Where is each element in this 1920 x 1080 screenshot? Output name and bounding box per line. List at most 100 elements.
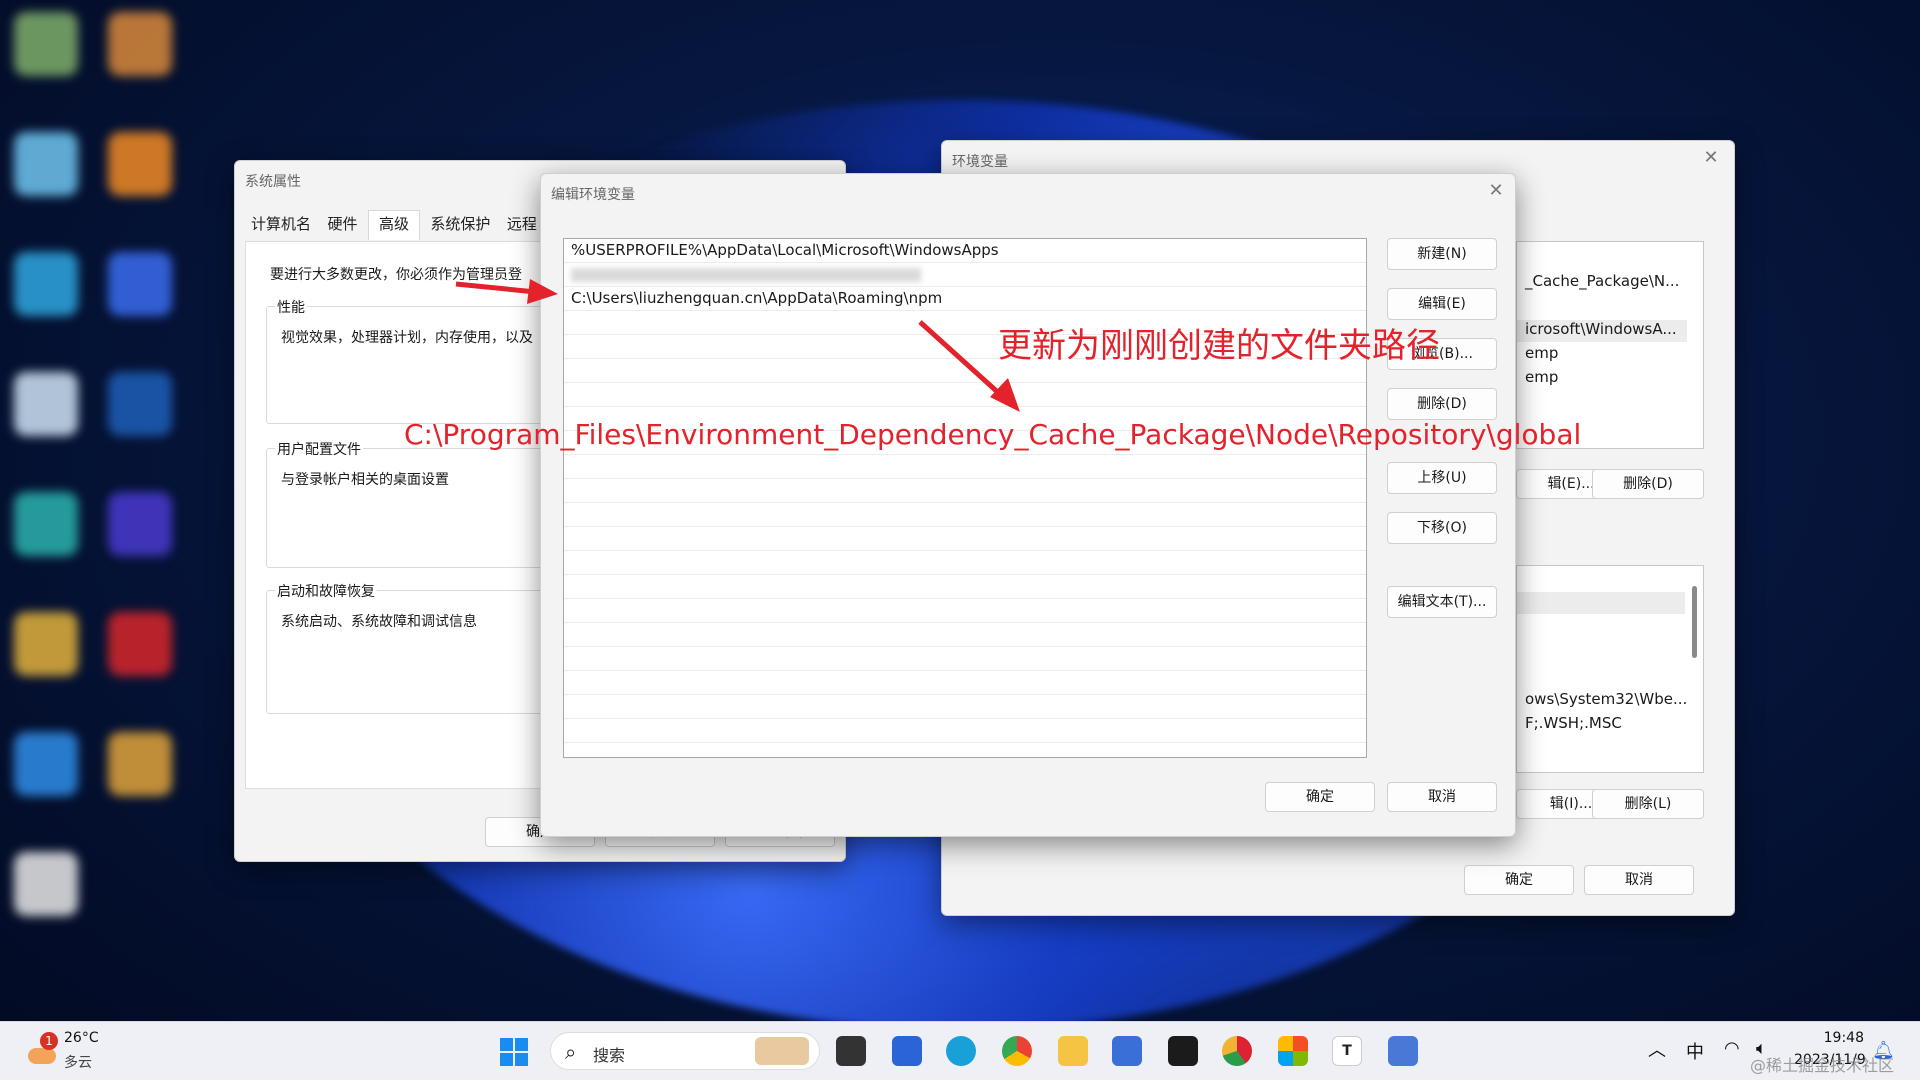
chevron-up-icon[interactable]: ︿ xyxy=(1648,1036,1666,1062)
list-item[interactable] xyxy=(564,383,1366,407)
list-item[interactable] xyxy=(564,695,1366,719)
list-item[interactable] xyxy=(564,743,1366,757)
desktop-icon[interactable] xyxy=(108,132,172,196)
wifi-icon[interactable]: ◠ xyxy=(1724,1038,1740,1059)
system-variables-list[interactable]: ows\System32\Wbe... F;.WSH;.MSC xyxy=(1516,565,1704,773)
list-item[interactable] xyxy=(564,455,1366,479)
close-icon[interactable]: ✕ xyxy=(1487,182,1505,200)
start-icon[interactable] xyxy=(500,1038,528,1066)
window-title: 环境变量 xyxy=(952,154,1008,170)
input-method-indicator[interactable]: 中 xyxy=(1686,1038,1704,1064)
start-tile xyxy=(515,1053,528,1066)
list-item[interactable]: _Cache_Package\N... xyxy=(1525,272,1679,290)
tab-system-protection[interactable]: 系统保护 xyxy=(424,209,496,238)
chrome-icon[interactable] xyxy=(1002,1036,1032,1066)
user-delete-button[interactable]: 删除(D) xyxy=(1592,469,1704,499)
move-down-button[interactable]: 下移(O) xyxy=(1387,512,1497,544)
desktop-icon[interactable] xyxy=(108,732,172,796)
move-up-button[interactable]: 上移(U) xyxy=(1387,462,1497,494)
path-entries-list[interactable]: %USERPROFILE%\AppData\Local\Microsoft\Wi… xyxy=(563,238,1367,758)
file-explorer-icon[interactable] xyxy=(1058,1036,1088,1066)
list-item[interactable]: F;.WSH;.MSC xyxy=(1525,714,1622,732)
startup-text: 系统启动、系统故障和调试信息 xyxy=(281,614,477,630)
edit-text-button[interactable]: 编辑文本(T)... xyxy=(1387,586,1497,618)
list-item[interactable] xyxy=(564,599,1366,623)
desktop-icon[interactable] xyxy=(14,252,78,316)
tab-hardware[interactable]: 硬件 xyxy=(321,209,363,238)
list-item[interactable] xyxy=(564,479,1366,503)
list-item[interactable]: ows\System32\Wbe... xyxy=(1525,690,1687,708)
desktop-icon[interactable] xyxy=(108,372,172,436)
list-item[interactable]: C:\Users\liuzhengquan.cn\AppData\Roaming… xyxy=(564,287,1366,311)
desktop-icon[interactable] xyxy=(14,852,78,916)
close-icon[interactable]: ✕ xyxy=(1702,149,1720,167)
new-button[interactable]: 新建(N) xyxy=(1387,238,1497,270)
desktop-icon[interactable] xyxy=(14,732,78,796)
network-app-icon[interactable] xyxy=(1388,1036,1418,1066)
task-view-icon[interactable] xyxy=(836,1036,866,1066)
delete-button[interactable]: 删除(D) xyxy=(1387,388,1497,420)
microsoft-store-icon[interactable] xyxy=(892,1036,922,1066)
text-editor-icon[interactable]: T xyxy=(1332,1036,1362,1066)
annotation-path: C:\Program_Files\Environment_Dependency_… xyxy=(404,418,1582,451)
start-tile xyxy=(515,1038,528,1051)
performance-title: 性能 xyxy=(275,297,307,317)
cancel-button[interactable]: 取消 xyxy=(1387,782,1497,812)
user-profiles-text: 与登录帐户相关的桌面设置 xyxy=(281,472,449,488)
list-item[interactable] xyxy=(564,575,1366,599)
list-item[interactable] xyxy=(564,647,1366,671)
watermark: @稀土掘金技术社区 xyxy=(1750,1056,1895,1075)
desktop-icon[interactable] xyxy=(14,12,78,76)
search-box[interactable]: ⌕ 搜索 xyxy=(550,1032,820,1070)
edit-button[interactable]: 编辑(E) xyxy=(1387,288,1497,320)
edit-environment-variable-dialog: 编辑环境变量 ✕ %USERPROFILE%\AppData\Local\Mic… xyxy=(540,173,1516,837)
desktop-icon[interactable] xyxy=(14,612,78,676)
remote-desktop-icon[interactable] xyxy=(1112,1036,1142,1066)
cloud-sun-shape xyxy=(28,1048,56,1064)
list-item[interactable] xyxy=(564,551,1366,575)
desktop-icon[interactable] xyxy=(14,132,78,196)
tab-advanced[interactable]: 高级 xyxy=(367,210,420,240)
desktop-icon[interactable] xyxy=(108,252,172,316)
weather-condition[interactable]: 多云 xyxy=(64,1052,92,1072)
redaction-blur xyxy=(571,267,921,282)
tab-bar: 计算机名 硬件 高级 系统保护 远程 xyxy=(245,209,543,240)
desktop-icon[interactable] xyxy=(108,492,172,556)
list-item[interactable]: emp xyxy=(1525,344,1558,362)
weather-badge: 1 xyxy=(40,1032,58,1050)
weather-icon[interactable]: 1 xyxy=(24,1032,58,1068)
admin-note: 要进行大多数更改，你必须作为管理员登 xyxy=(270,267,522,283)
list-item[interactable]: icrosoft\WindowsA... xyxy=(1525,320,1677,338)
ok-button[interactable]: 确定 xyxy=(1464,865,1574,895)
list-item[interactable] xyxy=(564,719,1366,743)
ok-button[interactable]: 确定 xyxy=(1265,782,1375,812)
annotation-note: 更新为刚刚创建的文件夹路径 xyxy=(998,326,1440,366)
app-icon[interactable] xyxy=(1222,1036,1252,1066)
list-item[interactable] xyxy=(564,671,1366,695)
tab-remote[interactable]: 远程 xyxy=(501,209,543,238)
selected-row-highlight xyxy=(1517,592,1685,614)
taskbar: 1 26°C 多云 ⌕ 搜索 T ︿ 中 ◠ 🔈︎ 19:48 2023/11/… xyxy=(0,1021,1920,1080)
app-grid-icon[interactable] xyxy=(1278,1036,1308,1066)
list-item[interactable]: %USERPROFILE%\AppData\Local\Microsoft\Wi… xyxy=(564,239,1366,263)
list-item[interactable]: emp xyxy=(1525,368,1558,386)
list-item-redacted[interactable] xyxy=(564,263,1366,287)
terminal-icon[interactable] xyxy=(1168,1036,1198,1066)
system-delete-button[interactable]: 删除(L) xyxy=(1592,789,1704,819)
list-item[interactable] xyxy=(564,527,1366,551)
clock-time[interactable]: 19:48 xyxy=(1794,1030,1864,1046)
temperature[interactable]: 26°C xyxy=(64,1030,99,1046)
start-tile xyxy=(500,1038,513,1051)
scrollbar-thumb[interactable] xyxy=(1692,586,1697,658)
cancel-button[interactable]: 取消 xyxy=(1584,865,1694,895)
desktop-icon[interactable] xyxy=(108,12,172,76)
desktop-icon[interactable] xyxy=(14,372,78,436)
window-title: 编辑环境变量 xyxy=(551,187,635,203)
list-item[interactable] xyxy=(564,503,1366,527)
desktop-icon[interactable] xyxy=(108,612,172,676)
desktop-icon[interactable] xyxy=(14,492,78,556)
start-tile xyxy=(500,1053,513,1066)
tab-computer-name[interactable]: 计算机名 xyxy=(245,209,317,238)
list-item[interactable] xyxy=(564,623,1366,647)
edge-icon[interactable] xyxy=(946,1036,976,1066)
